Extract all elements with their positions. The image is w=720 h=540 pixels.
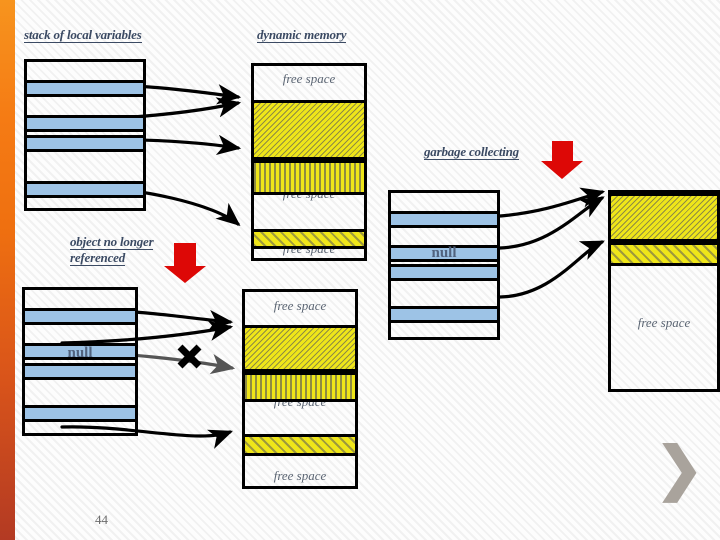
stack-slot-reference [25,405,135,422]
stack-slot-reference [27,135,143,152]
heap-segment-free [254,66,364,100]
heap-segment-object [245,434,355,456]
accent-bar [0,0,15,540]
slide-canvas: stack of local variables dynamic memory … [0,0,720,540]
cross-out-x-mark [177,344,202,369]
heap-segment-free [611,266,717,389]
heap-title: dynamic memory [257,27,347,43]
stack-slot-reference [27,80,143,97]
stack-slot-reference [27,115,143,132]
stack-slot-reference [391,306,497,323]
heap-segment-object [611,193,717,242]
stack-slot-reference [391,211,497,228]
stack-after-gc [388,190,500,340]
heap-segment-object [254,160,364,195]
object-no-longer-referenced-label: object no longer referenced [70,234,190,266]
heap-dereferenced [242,289,358,489]
heap-segment-object [254,100,364,160]
object-no-longer-referenced-line2: referenced [70,250,126,266]
null-label: null [67,345,93,361]
page-number: 44 [95,512,108,527]
heap-compacted [608,190,720,392]
chevron-right-icon[interactable]: ❯ [655,440,704,498]
heap-segment-free [254,249,364,258]
stack-title: stack of local variables [24,27,142,43]
object-no-longer-referenced-line1: object no longer [70,234,154,250]
stack-slot-reference [27,181,143,198]
red-down-arrow-garbage-collect [541,141,583,179]
heap-segment-object [254,229,364,249]
heap-segment-free [254,195,364,229]
heap-segment-free [245,402,355,434]
heap-segment-free [245,292,355,325]
heap-segment-object [611,242,717,266]
stack-before [24,59,146,211]
heap-segment-object [245,372,355,402]
garbage-collecting-label: garbage collecting [424,144,519,160]
heap-segment-object [245,325,355,372]
stack-slot-null [25,363,135,380]
heap-segment-free [245,456,355,486]
null-label: null [431,245,457,261]
heap-before [251,63,367,261]
stack-slot-null [391,264,497,281]
stack-slot-reference [25,308,135,325]
